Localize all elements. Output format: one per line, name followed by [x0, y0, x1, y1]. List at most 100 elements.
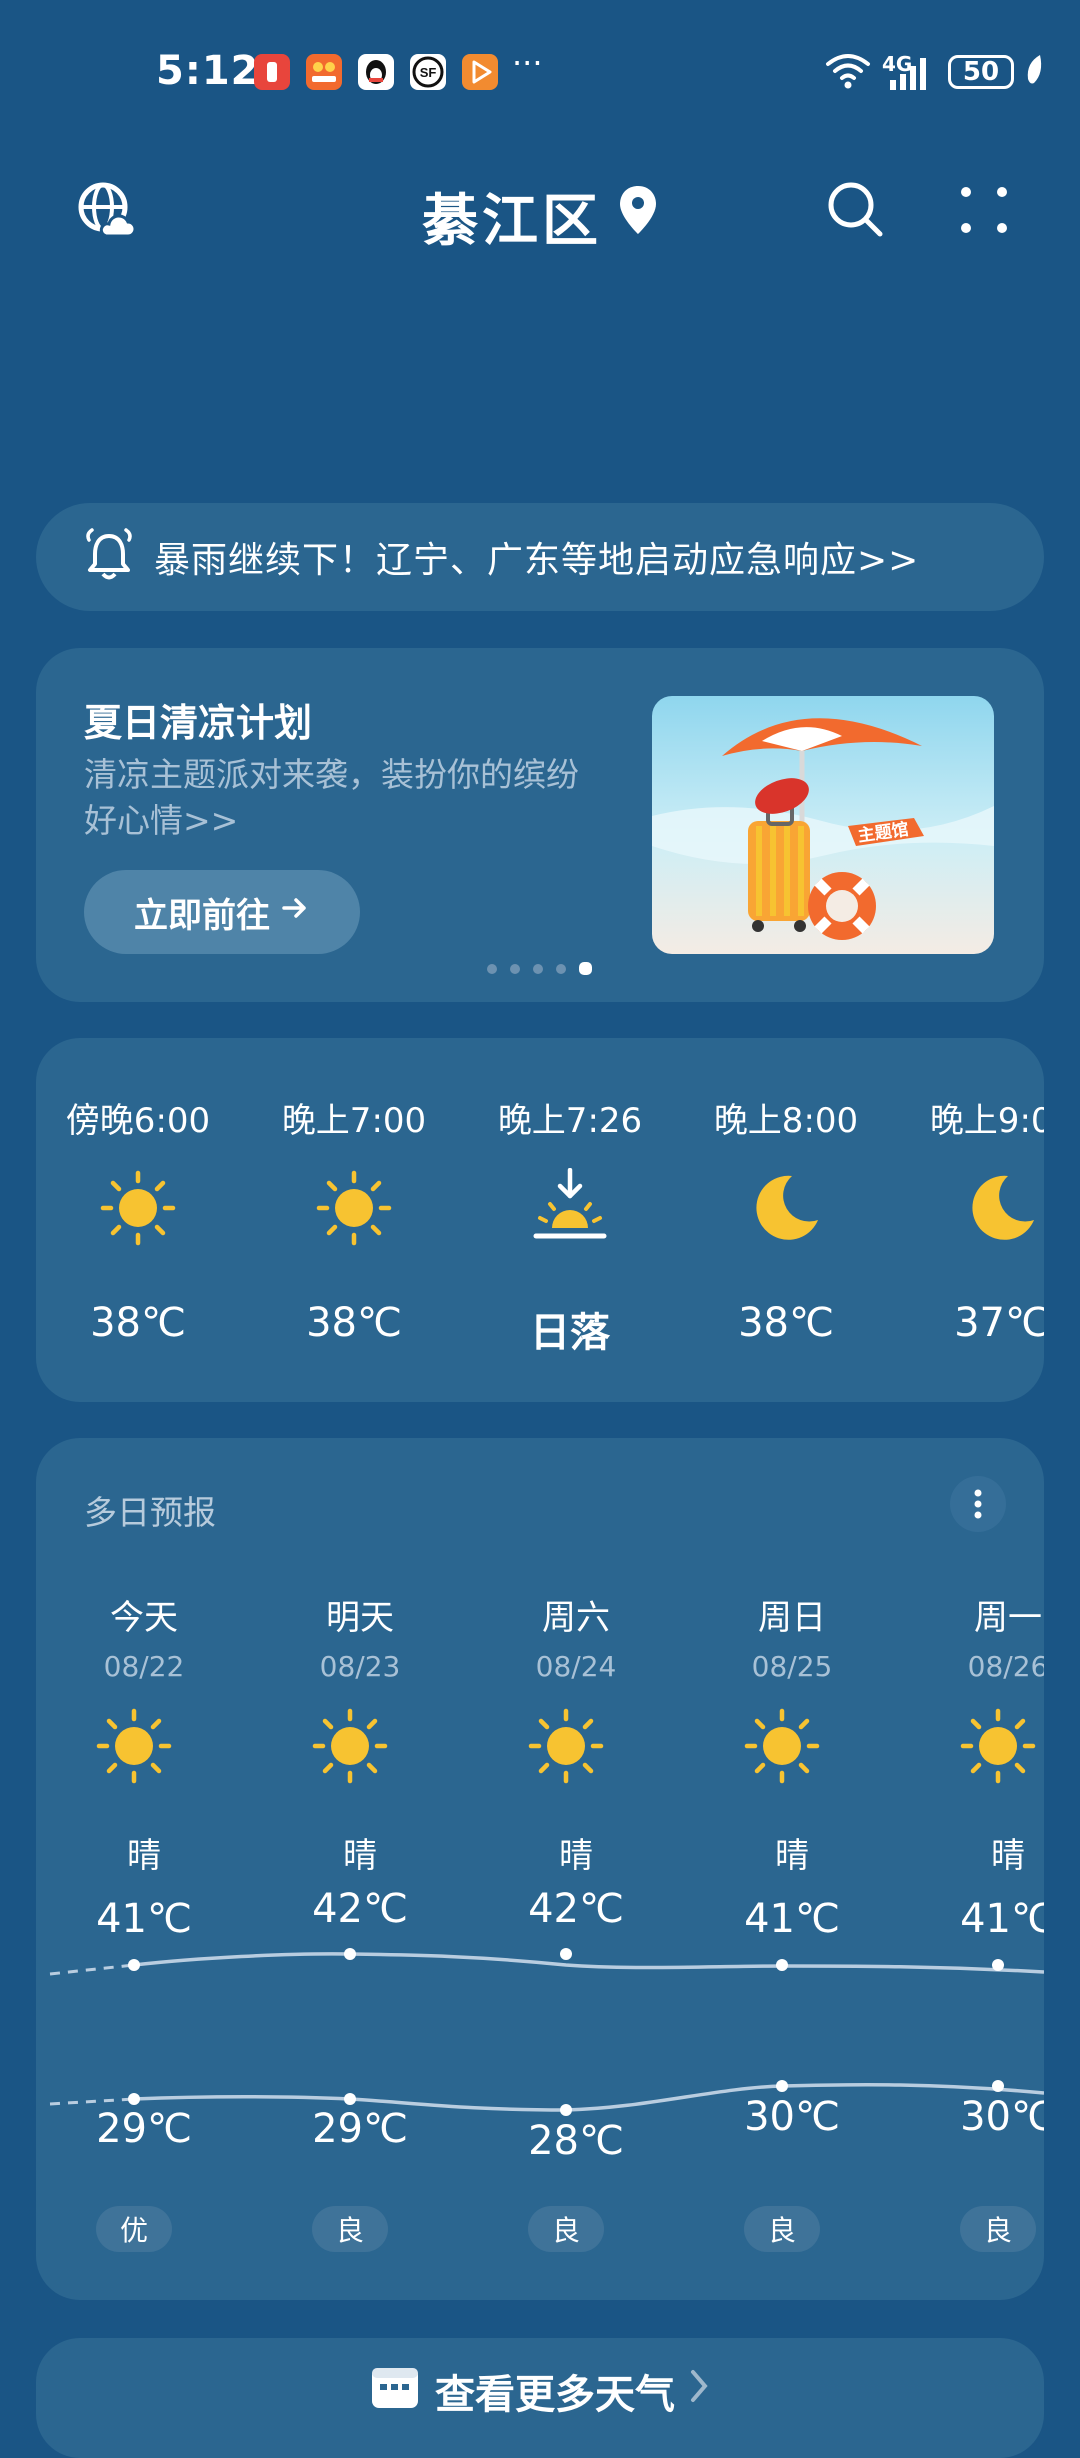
day-high-temp: 41℃ [744, 1896, 840, 1942]
promo-title: 夏日清凉计划 [84, 701, 313, 745]
grid-menu-icon[interactable] [958, 184, 1010, 240]
promo-button-label: 立即前往 [134, 895, 270, 936]
aqi-badge: 良 [312, 2206, 388, 2252]
hour-temp: 38℃ [90, 1300, 186, 1346]
day-low-temp: 28℃ [528, 2118, 624, 2164]
sun-icon [98, 1168, 178, 1252]
day-condition: 晴 [991, 1836, 1025, 1876]
day-high-temp: 42℃ [528, 1886, 624, 1932]
day-condition: 晴 [127, 1836, 161, 1876]
day-high-temp: 42℃ [312, 1886, 408, 1932]
low-temp-point [128, 2093, 140, 2105]
day-date: 08/24 [535, 1650, 617, 1683]
carousel-dot[interactable] [510, 964, 520, 974]
day-name: 周六 [542, 1598, 610, 1638]
day-column[interactable]: 周六 08/24 晴 42℃ 28℃ 良 [468, 1438, 684, 2300]
svg-text:SF: SF [420, 65, 437, 80]
day-date: 08/22 [103, 1650, 185, 1683]
aqi-badge: 良 [744, 2206, 820, 2252]
cellular-signal-icon: 4G [882, 52, 938, 92]
day-condition: 晴 [775, 1836, 809, 1876]
hour-time: 晚上9:00 [929, 1101, 1044, 1141]
high-temp-point [992, 1959, 1004, 1971]
moon-icon [746, 1168, 826, 1252]
day-name: 周一 [974, 1598, 1042, 1638]
carousel-dot[interactable] [556, 964, 566, 974]
low-temp-point [560, 2104, 572, 2116]
leaf-icon [1024, 53, 1044, 91]
search-icon[interactable] [826, 180, 886, 244]
hour-time: 晚上7:00 [281, 1101, 427, 1141]
daily-forecast-card[interactable]: 多日预报 今天 08/22 晴 41℃ 29℃ 优 明天 08/23 晴 42℃… [36, 1438, 1044, 2300]
more-weather-label: 查看更多天气 [435, 2372, 675, 2418]
low-temp-point [992, 2080, 1004, 2092]
sun-icon [958, 1706, 1038, 1790]
city-name[interactable]: 綦江区 [422, 176, 602, 257]
day-name: 周日 [758, 1598, 826, 1638]
sun-icon [742, 1706, 822, 1790]
orange-play-app-icon [462, 54, 498, 90]
day-date: 08/25 [751, 1650, 833, 1683]
city-header[interactable]: 綦江区 [0, 176, 1080, 257]
day-low-temp: 30℃ [744, 2094, 840, 2140]
high-temp-point [344, 1948, 356, 1960]
promo-go-button[interactable]: 立即前往 [84, 870, 360, 954]
status-time: 5:12 [156, 48, 260, 94]
red-shield-app-icon [254, 54, 290, 90]
hour-time: 晚上8:00 [713, 1101, 859, 1141]
day-high-temp: 41℃ [960, 1896, 1044, 1942]
carousel-dot-active[interactable] [579, 962, 592, 975]
alarm-bell-icon [84, 528, 134, 586]
chevron-right-icon [689, 2368, 711, 2414]
hour-temp: 37℃ [954, 1300, 1044, 1346]
aqi-badge: 良 [528, 2206, 604, 2252]
hourly-forecast-card[interactable]: 傍晚6:00 38℃ 晚上7:00 38℃ 晚上7:26 日落 晚上8:00 3… [36, 1038, 1044, 1402]
hour-temp: 38℃ [306, 1300, 402, 1346]
aqi-badge: 良 [960, 2206, 1036, 2252]
day-column[interactable]: 周一 08/26 晴 41℃ 30℃ 良 [900, 1438, 1044, 2300]
battery-indicator: 50 [948, 55, 1014, 89]
qq-penguin-app-icon [358, 54, 394, 90]
day-low-temp: 30℃ [960, 2094, 1044, 2140]
arrow-right-icon [280, 892, 310, 932]
sun-icon [314, 1168, 394, 1252]
day-high-temp: 41℃ [96, 1896, 192, 1942]
more-weather-row[interactable]: 查看更多天气 [0, 2362, 1080, 2420]
orange-shop-app-icon [306, 54, 342, 90]
day-column[interactable]: 明天 08/23 晴 42℃ 29℃ 良 [252, 1438, 468, 2300]
hour-temp: 38℃ [738, 1300, 834, 1346]
sun-icon [526, 1706, 606, 1790]
carousel-dot[interactable] [487, 964, 497, 974]
promo-beach-image[interactable]: 主题馆 [652, 696, 994, 954]
carousel-dot[interactable] [533, 964, 543, 974]
high-temp-point [776, 1959, 788, 1971]
status-right-group: 4G 50 [824, 50, 1044, 94]
status-more-indicator: ··· [512, 44, 543, 82]
sf-express-app-icon: SF [410, 54, 446, 90]
sun-icon [94, 1706, 174, 1790]
low-temp-point [344, 2093, 356, 2105]
location-pin-icon [618, 184, 658, 250]
wifi-icon [824, 50, 872, 94]
day-name: 今天 [110, 1598, 178, 1638]
alert-text: 暴雨继续下！辽宁、广东等地启动应急响应>> [154, 540, 920, 581]
day-column[interactable]: 今天 08/22 晴 41℃ 29℃ 优 [36, 1438, 252, 2300]
day-name: 明天 [326, 1598, 394, 1638]
hour-time: 晚上7:26 [497, 1101, 643, 1141]
day-low-temp: 29℃ [312, 2106, 408, 2152]
sunset-icon [530, 1167, 610, 1252]
hour-time: 傍晚6:00 [65, 1101, 211, 1141]
aqi-badge: 优 [96, 2206, 172, 2252]
day-low-temp: 29℃ [96, 2106, 192, 2152]
high-temp-point [560, 1948, 572, 1960]
day-condition: 晴 [343, 1836, 377, 1876]
weather-alert-banner[interactable]: 暴雨继续下！辽宁、广东等地启动应急响应>> [36, 503, 1044, 611]
sun-icon [310, 1706, 390, 1790]
calendar-icon [369, 2362, 421, 2420]
low-temp-point [776, 2080, 788, 2092]
promo-subtitle[interactable]: 清凉主题派对来袭，装扮你的缤纷好心情>> [84, 752, 604, 844]
hour-temp: 日落 [530, 1310, 610, 1356]
day-column[interactable]: 周日 08/25 晴 41℃ 30℃ 良 [684, 1438, 900, 2300]
day-date: 08/23 [319, 1650, 401, 1683]
high-temp-point [128, 1959, 140, 1971]
